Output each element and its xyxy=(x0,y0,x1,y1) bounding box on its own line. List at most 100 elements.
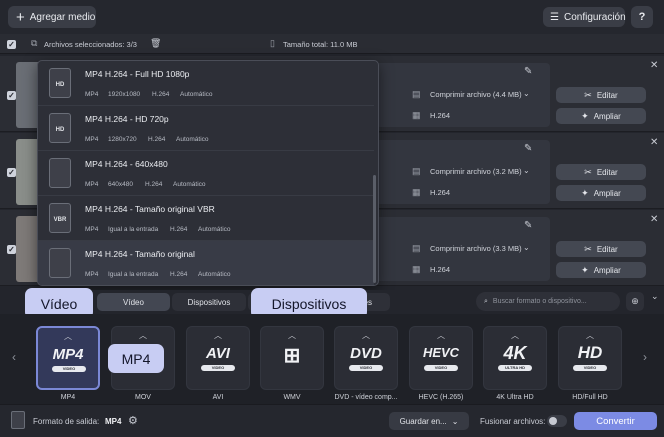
output-format-value: MP4 xyxy=(105,417,122,426)
gear-icon[interactable]: ⚙ xyxy=(128,414,138,427)
chevron-up-icon[interactable]: ︿ xyxy=(261,330,323,341)
compress-icon: ▤ xyxy=(412,166,421,176)
scissors-icon: ✂ xyxy=(584,166,592,177)
plus-icon: + xyxy=(16,8,25,26)
settings-button[interactable]: ☰ Configuración xyxy=(543,7,626,27)
preset-codec: H.264 xyxy=(148,136,166,143)
chevron-up-icon[interactable]: ︿ xyxy=(112,330,174,341)
format-sub-badge: VIDEO xyxy=(52,366,86,372)
preset-item[interactable]: MP4 H.264 - Tamaño original MP4 Igual a … xyxy=(38,241,374,285)
enhance-button[interactable]: ✦ Ampliar xyxy=(556,262,646,278)
preset-bitrate: Automático xyxy=(198,226,231,233)
select-all-checkbox[interactable]: ✓ xyxy=(7,40,16,49)
chevron-right-icon[interactable]: › xyxy=(643,350,647,364)
tab-video[interactable]: Vídeo xyxy=(97,293,170,311)
preset-container: MP4 xyxy=(85,136,99,143)
format-card-dvd[interactable]: ︿ DVD VIDEO xyxy=(334,326,398,390)
chevron-down-icon[interactable]: ⌄ xyxy=(523,243,530,252)
chevron-up-icon[interactable]: ︿ xyxy=(559,330,621,341)
format-search-input[interactable]: ⌕ Buscar formato o dispositivo... xyxy=(476,292,620,311)
preset-resolution: 1280x720 xyxy=(108,136,137,143)
preset-item[interactable]: HD MP4 H.264 - Full HD 1080p MP4 1920x10… xyxy=(38,61,374,106)
format-card-avi[interactable]: ︿ AVI VIDEO xyxy=(186,326,250,390)
pencil-icon[interactable]: ✎ xyxy=(524,220,532,231)
format-label: HD/Full HD xyxy=(572,394,608,401)
files-icon: ⧉ xyxy=(31,38,38,48)
help-button[interactable]: ? xyxy=(631,6,653,28)
add-media-button[interactable]: + Agregar medio xyxy=(8,6,96,28)
save-to-label: Guardar en... xyxy=(399,416,447,426)
preset-codec: H.264 xyxy=(170,226,188,233)
format-card-mp4[interactable]: ︿ MP4 VIDEO xyxy=(36,326,100,390)
search-icon: ⌕ xyxy=(484,297,488,305)
file-checkbox[interactable]: ✓ xyxy=(7,91,16,100)
close-icon[interactable]: ✕ xyxy=(650,214,658,225)
format-sub-badge: VIDEO xyxy=(424,365,458,371)
file-checkbox[interactable]: ✓ xyxy=(7,245,16,254)
edit-label: Editar xyxy=(596,167,618,177)
chevron-up-icon[interactable]: ︿ xyxy=(484,330,546,341)
format-label: WMV xyxy=(283,394,301,401)
chevron-up-icon[interactable]: ︿ xyxy=(38,331,98,342)
merge-files-toggle[interactable] xyxy=(547,415,567,427)
chevron-down-icon[interactable]: ⌄ xyxy=(523,166,530,175)
enhance-button[interactable]: ✦ Ampliar xyxy=(556,108,646,124)
tab-devices[interactable]: Dispositivos xyxy=(172,293,246,311)
preset-item[interactable]: VBR MP4 H.264 - Tamaño original VBR MP4 … xyxy=(38,196,374,241)
enhance-button[interactable]: ✦ Ampliar xyxy=(556,185,646,201)
convert-button[interactable]: Convertir xyxy=(574,412,657,430)
edit-button[interactable]: ✂ Editar xyxy=(556,241,646,257)
edit-button[interactable]: ✂ Editar xyxy=(556,164,646,180)
mp4-file-icon: HD xyxy=(49,68,71,98)
chevron-up-icon[interactable]: ︿ xyxy=(335,330,397,341)
trash-icon[interactable]: 🗑 xyxy=(150,38,161,49)
format-card-wmv[interactable]: ︿ ⊞ xyxy=(260,326,324,390)
file-checkbox[interactable]: ✓ xyxy=(7,168,16,177)
scissors-icon: ✂ xyxy=(584,89,592,100)
format-card-hd[interactable]: ︿ HD VIDEO xyxy=(558,326,622,390)
pencil-icon[interactable]: ✎ xyxy=(524,143,532,154)
chevron-up-icon[interactable]: ︿ xyxy=(410,330,472,341)
compress-dropdown[interactable]: Comprimir archivo (4.4 MB) xyxy=(430,90,522,99)
close-icon[interactable]: ✕ xyxy=(650,60,658,71)
format-card-4k[interactable]: ︿ 4K ULTRA HD xyxy=(483,326,547,390)
pencil-icon[interactable]: ✎ xyxy=(524,66,532,77)
preset-item[interactable]: HD MP4 H.264 - HD 720p MP4 1280x720 H.26… xyxy=(38,106,374,151)
total-size: Tamaño total: 11.0 MB xyxy=(283,40,358,49)
format-label: 4K Ultra HD xyxy=(496,394,534,401)
edit-label: Editar xyxy=(596,244,618,254)
close-icon[interactable]: ✕ xyxy=(650,137,658,148)
preset-resolution: Igual a la entrada xyxy=(108,271,159,278)
format-sub-badge: VIDEO xyxy=(573,365,607,371)
mp4-file-icon xyxy=(49,248,71,278)
compress-icon: ▤ xyxy=(412,243,421,253)
dropdown-scrollbar[interactable] xyxy=(373,175,376,283)
chevron-up-icon[interactable]: ︿ xyxy=(187,330,249,341)
compress-dropdown[interactable]: Comprimir archivo (3.3 MB) xyxy=(430,244,522,253)
chevron-down-icon[interactable]: ⌄ xyxy=(523,89,530,98)
preset-codec: H.264 xyxy=(145,181,163,188)
add-format-icon[interactable]: ⊕ xyxy=(626,292,644,311)
avi-logo-icon: AVI xyxy=(206,345,230,362)
ai-icon: ✦ xyxy=(581,264,589,275)
chevron-left-icon[interactable]: ‹ xyxy=(12,350,16,364)
compress-dropdown[interactable]: Comprimir archivo (3.2 MB) xyxy=(430,167,522,176)
ai-icon: ✦ xyxy=(581,187,589,198)
preset-bitrate: Automático xyxy=(173,181,206,188)
chevron-down-icon[interactable]: ⌄ xyxy=(651,291,659,302)
preset-container: MP4 xyxy=(85,271,99,278)
preset-item[interactable]: MP4 H.264 - 640x480 MP4 640x480 H.264 Au… xyxy=(38,151,374,196)
mp4-logo-icon: MP4 xyxy=(52,346,84,363)
film-icon: ▦ xyxy=(412,264,421,274)
format-card-hevc[interactable]: ︿ HEVC VIDEO xyxy=(409,326,473,390)
save-to-button[interactable]: Guardar en... ⌄ xyxy=(389,412,469,430)
scissors-icon: ✂ xyxy=(584,243,592,254)
file-icon: ▯ xyxy=(270,38,275,48)
mp4-file-icon xyxy=(49,158,71,188)
edit-label: Editar xyxy=(596,90,618,100)
enhance-label: Ampliar xyxy=(593,265,621,275)
preset-title: MP4 H.264 - HD 720p xyxy=(85,114,169,124)
preset-bitrate: Automático xyxy=(176,136,209,143)
edit-button[interactable]: ✂ Editar xyxy=(556,87,646,103)
enhance-label: Ampliar xyxy=(593,111,621,121)
